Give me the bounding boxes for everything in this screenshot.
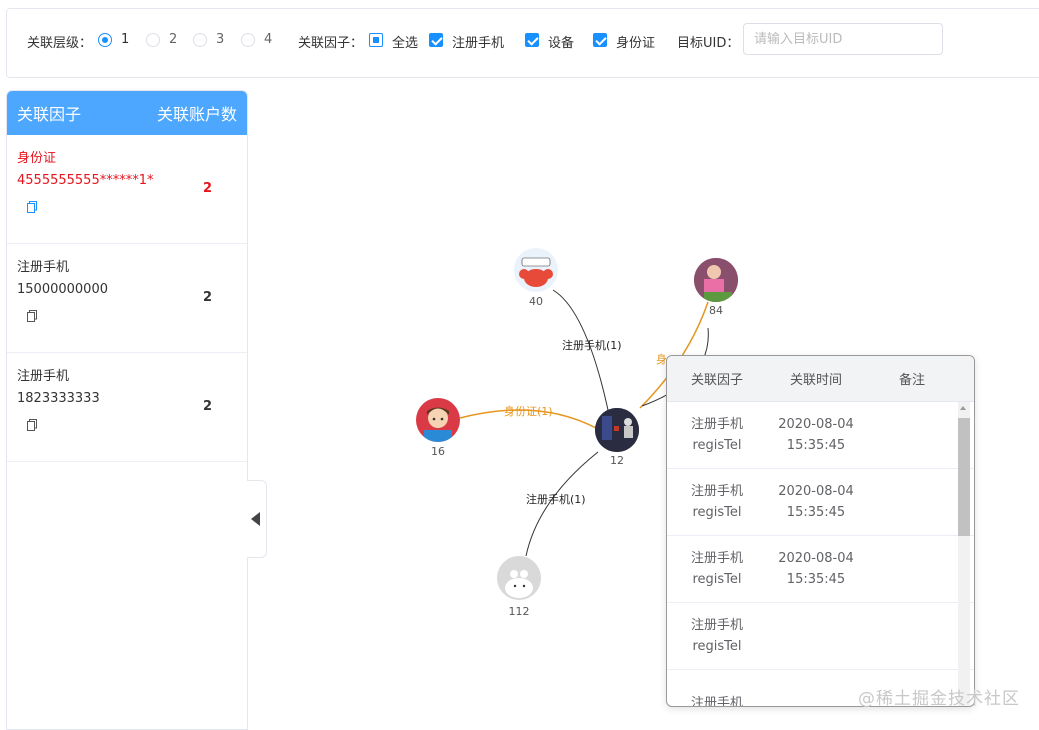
factor-column-header: 关联因子 [690,373,743,388]
factor-cell: 注册手机 [690,695,743,707]
time-cell: 15:35:45 [786,505,846,520]
graph-node-12[interactable]: 12 [595,408,639,467]
copy-icon[interactable] [27,310,37,322]
factor-code-cell: regisTel [692,505,742,520]
uid-label: 目标UID： [677,36,740,51]
factor-type: 身份证 [17,151,57,166]
level-radio-1[interactable] [98,33,112,47]
factor-code-cell: regisTel [692,438,742,453]
table-row: 注册手机 regisTel 2020-08-04 15:35:45 [667,469,974,536]
scroll-up-arrow-icon[interactable] [960,406,966,410]
factor-cell: 注册手机 [690,417,743,432]
factor-value: 1823333333 [17,391,100,406]
factor-label: 关联因子： [298,36,364,51]
level-radio-3[interactable] [193,33,207,47]
node-label: 12 [610,454,624,467]
graph-node-84[interactable]: 84 [694,258,738,317]
level-radio-2[interactable] [146,33,160,47]
time-column-header: 关联时间 [789,373,842,388]
account-count[interactable]: 2 [203,290,212,305]
level-radio-4[interactable] [241,33,255,47]
time-cell: 15:35:45 [786,572,846,587]
edge-label: 注册手机(1) [526,492,586,506]
factor-idcard-checkbox[interactable] [593,33,607,47]
relation-detail-popup: 关联因子 关联时间 备注 注册手机 regisTel 2020-08-04 15:3… [666,355,975,707]
table-row: 注册手机 regisTel 2020-08-04 15:35:45 [667,402,974,469]
popup-table-header: 关联因子 关联时间 备注 [667,356,974,402]
factor-value: 15000000000 [17,282,108,297]
level-radio-4-label[interactable]: 4 [264,32,272,47]
graph-node-16[interactable]: 16 [416,398,460,458]
level-radio-1-label[interactable]: 1 [121,32,129,47]
factor-value: 4555555555******1* [17,173,154,188]
popup-scrollbar-thumb[interactable] [958,418,970,536]
factor-cell: 注册手机 [690,484,743,499]
factor-phone-checkbox[interactable] [429,33,443,47]
level-radio-2-label[interactable]: 2 [169,32,177,47]
factor-cell: 注册手机 [690,551,743,566]
account-count[interactable]: 2 [203,399,212,414]
copy-icon[interactable] [27,419,37,431]
factor-type: 注册手机 [17,369,70,384]
time-cell: 15:35:45 [786,438,846,453]
factor-item[interactable]: 注册手机 1823333333 2 [7,353,247,462]
select-all-label[interactable]: 全选 [392,32,418,51]
factor-list-panel: 关联因子 关联账户数 身份证 4555555555******1* 2 注册手机… [6,90,248,730]
copy-icon[interactable] [27,201,37,213]
target-uid-input[interactable] [743,23,943,55]
node-label: 16 [431,445,445,458]
factor-code-cell: regisTel [692,572,742,587]
level-radio-3-label[interactable]: 3 [216,32,224,47]
node-label: 40 [529,295,543,308]
node-label: 112 [509,605,530,618]
popup-table-body: 注册手机 regisTel 2020-08-04 15:35:45 注册手机 regi… [667,402,974,707]
date-cell: 2020-08-04 [778,417,854,432]
account-count-column-title: 关联账户数 [156,105,237,124]
graph-node-112[interactable]: 112 [497,556,541,618]
select-all-checkbox[interactable] [369,33,383,47]
factor-item[interactable]: 注册手机 15000000000 2 [7,244,247,353]
factor-phone-label[interactable]: 注册手机 [452,32,504,51]
factor-list-header: 关联因子 关联账户数 [7,91,247,135]
factor-code-cell: regisTel [692,639,742,654]
factor-item[interactable]: 身份证 4555555555******1* 2 [7,135,247,244]
factor-device-label[interactable]: 设备 [548,32,574,51]
level-label: 关联层级： [27,36,93,51]
note-column-header: 备注 [898,373,925,388]
factor-type: 注册手机 [17,260,70,275]
edge-label: 注册手机(1) [562,338,622,352]
factor-device-checkbox[interactable] [525,33,539,47]
factor-cell: 注册手机 [690,618,743,633]
edge-label: 身份证(1) [504,404,553,418]
date-cell: 2020-08-04 [778,484,854,499]
watermark: @稀土掘金技术社区 [858,689,1020,709]
date-cell: 2020-08-04 [778,551,854,566]
factor-column-title: 关联因子 [17,105,82,124]
table-row: 注册手机 regisTel 2020-08-04 15:35:45 [667,536,974,603]
node-label: 84 [709,304,723,317]
factor-idcard-label[interactable]: 身份证 [616,32,655,51]
account-count[interactable]: 2 [203,181,212,196]
table-row: 注册手机 regisTel [667,603,974,670]
filter-bar: 关联层级： 1 2 3 4 关联因子： 全选 注册手机 设备 身份证 目标UID… [6,8,1039,78]
graph-node-40[interactable]: 40 [514,248,558,308]
